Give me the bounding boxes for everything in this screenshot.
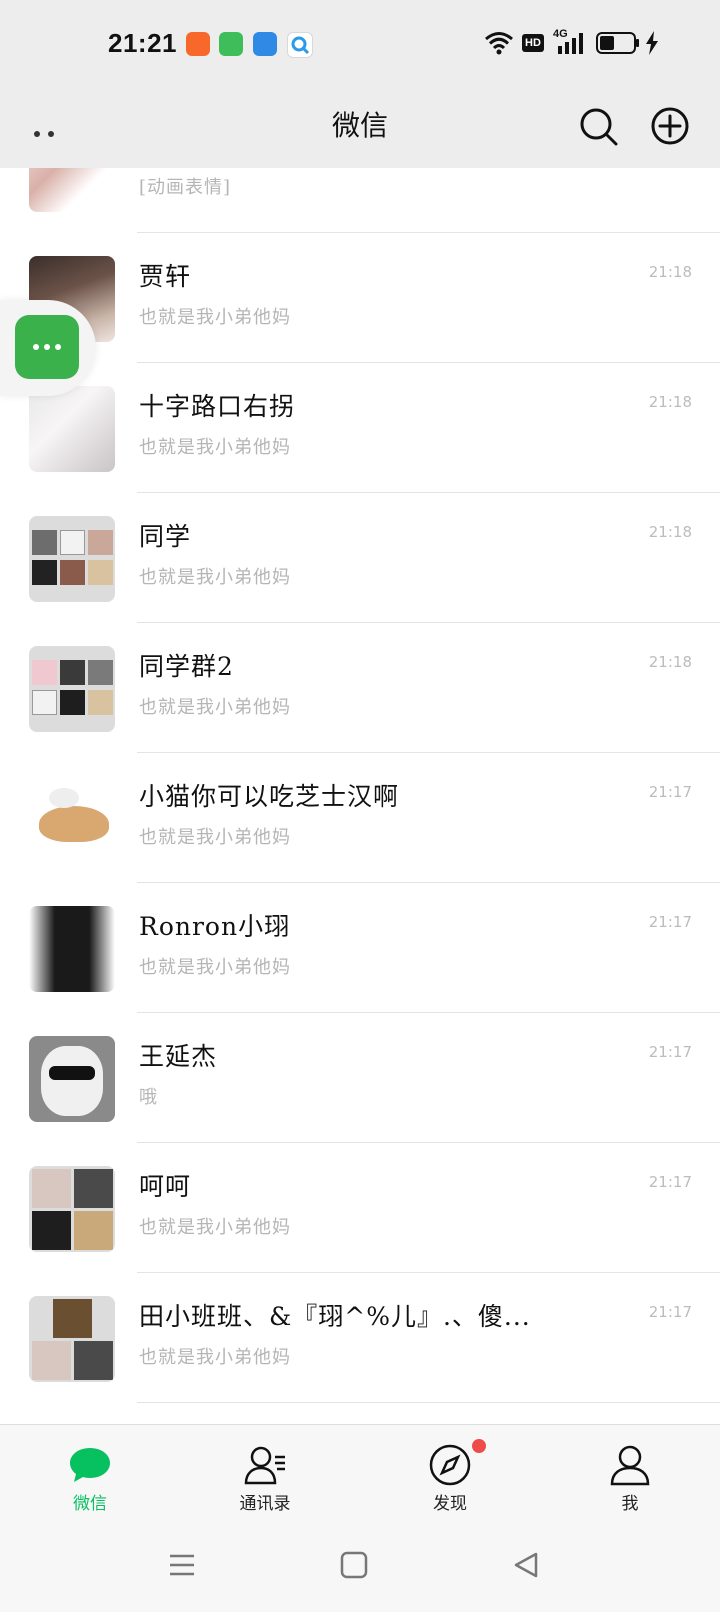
chat-row[interactable]: [动画表情]: [0, 168, 720, 233]
chat-name: 贾轩: [139, 262, 192, 291]
wifi-icon: [485, 32, 513, 55]
tab-label: 发现: [433, 1494, 467, 1514]
chat-time: 21:18: [648, 263, 692, 281]
contacts-icon: [244, 1446, 285, 1485]
search-icon[interactable]: [576, 104, 620, 148]
chat-list[interactable]: [动画表情] 贾轩 也就是我小弟他妈 21:18 十字路口右拐 也就是我小弟他妈…: [0, 168, 720, 1424]
tab-discover[interactable]: 发现: [360, 1425, 540, 1525]
tab-chats[interactable]: 微信: [0, 1425, 180, 1525]
notes-app-icon: [253, 32, 277, 56]
group-avatar: [29, 516, 115, 602]
bottom-tab-bar: 微信 通讯录 发现 我: [0, 1424, 720, 1525]
chat-name: 十字路口右拐: [139, 392, 296, 421]
chat-name: 呵呵: [139, 1172, 192, 1201]
video-app-icon: [186, 32, 210, 56]
chat-avatar: [29, 906, 115, 992]
chat-name: 王延杰: [139, 1042, 218, 1071]
row-divider: [137, 1402, 720, 1403]
chat-name: 小猫你可以吃芝士汉啊: [139, 782, 400, 811]
chat-row[interactable]: Ronron小珝 也就是我小弟他妈 21:17: [0, 883, 720, 1013]
chat-time: 21:17: [648, 1303, 692, 1321]
chat-preview: 也就是我小弟他妈: [139, 1347, 291, 1368]
chat-avatar: [29, 776, 115, 862]
chat-row[interactable]: 王延杰 哦 21:17: [0, 1013, 720, 1143]
status-bar: 21:21 HD 4G: [0, 0, 720, 86]
chat-time: 21:17: [648, 1043, 692, 1061]
chat-bubble-icon: [70, 1448, 110, 1482]
chat-preview: 也就是我小弟他妈: [139, 437, 291, 458]
chat-avatar: [29, 386, 115, 472]
chat-name: 同学群2: [139, 652, 234, 681]
chat-row[interactable]: 十字路口右拐 也就是我小弟他妈 21:18: [0, 363, 720, 493]
chat-preview: 也就是我小弟他妈: [139, 697, 291, 718]
compass-icon: [429, 1444, 471, 1486]
chat-row[interactable]: 同学群2 也就是我小弟他妈 21:18: [0, 623, 720, 753]
chat-preview: 也就是我小弟他妈: [139, 307, 291, 328]
tab-contacts[interactable]: 通讯录: [175, 1425, 355, 1525]
chat-preview: 也就是我小弟他妈: [139, 827, 291, 848]
browser-app-icon: [287, 32, 313, 58]
chat-time: 21:17: [648, 913, 692, 931]
title-bar: 微信: [0, 86, 720, 168]
chat-time: 21:18: [648, 523, 692, 541]
system-nav-bar: [0, 1524, 720, 1612]
floating-more-button[interactable]: [15, 315, 79, 379]
group-avatar: [29, 646, 115, 732]
group-avatar: [29, 1296, 115, 1382]
chat-time: 21:17: [648, 1173, 692, 1191]
home-icon[interactable]: [339, 1550, 369, 1580]
chat-preview: 哦: [139, 1087, 158, 1108]
chat-avatar: [29, 1036, 115, 1122]
chat-row[interactable]: 同学 也就是我小弟他妈 21:18: [0, 493, 720, 623]
status-time: 21:21: [108, 28, 177, 58]
chat-row[interactable]: 小猫你可以吃芝士汉啊 也就是我小弟他妈 21:17: [0, 753, 720, 883]
charging-icon: [646, 31, 658, 55]
market-app-icon: [219, 32, 243, 56]
chat-preview: 也就是我小弟他妈: [139, 1217, 291, 1238]
chat-preview: 也就是我小弟他妈: [139, 957, 291, 978]
chat-time: 21:18: [648, 653, 692, 671]
notification-badge: [472, 1439, 486, 1453]
chat-preview: [动画表情]: [139, 177, 232, 198]
tab-label: 通讯录: [239, 1494, 291, 1514]
chat-row[interactable]: 田小班班、&『珝^%儿』.、傻... 也就是我小弟他妈 21:17: [0, 1273, 720, 1403]
chat-name: Ronron小珝: [139, 912, 291, 941]
group-avatar: [29, 1166, 115, 1252]
tab-label: 我: [621, 1494, 639, 1514]
chat-time: 21:18: [648, 393, 692, 411]
hd-badge: HD: [522, 34, 544, 52]
menu-icon[interactable]: [167, 1550, 197, 1580]
chat-row[interactable]: 贾轩 也就是我小弟他妈 21:18: [0, 233, 720, 363]
chat-avatar: [29, 168, 115, 212]
tab-label: 微信: [73, 1494, 107, 1514]
chat-name: 同学: [139, 522, 192, 551]
signal-icon: [558, 33, 583, 54]
back-icon[interactable]: [511, 1550, 541, 1580]
person-icon: [610, 1445, 650, 1486]
add-icon[interactable]: [648, 104, 692, 148]
chat-preview: 也就是我小弟他妈: [139, 567, 291, 588]
chat-name: 田小班班、&『珝^%儿』.、傻...: [139, 1302, 531, 1331]
chat-row[interactable]: 呵呵 也就是我小弟他妈 21:17: [0, 1143, 720, 1273]
tab-me[interactable]: 我: [540, 1425, 720, 1525]
battery-icon: [596, 32, 639, 54]
chat-time: 21:17: [648, 783, 692, 801]
